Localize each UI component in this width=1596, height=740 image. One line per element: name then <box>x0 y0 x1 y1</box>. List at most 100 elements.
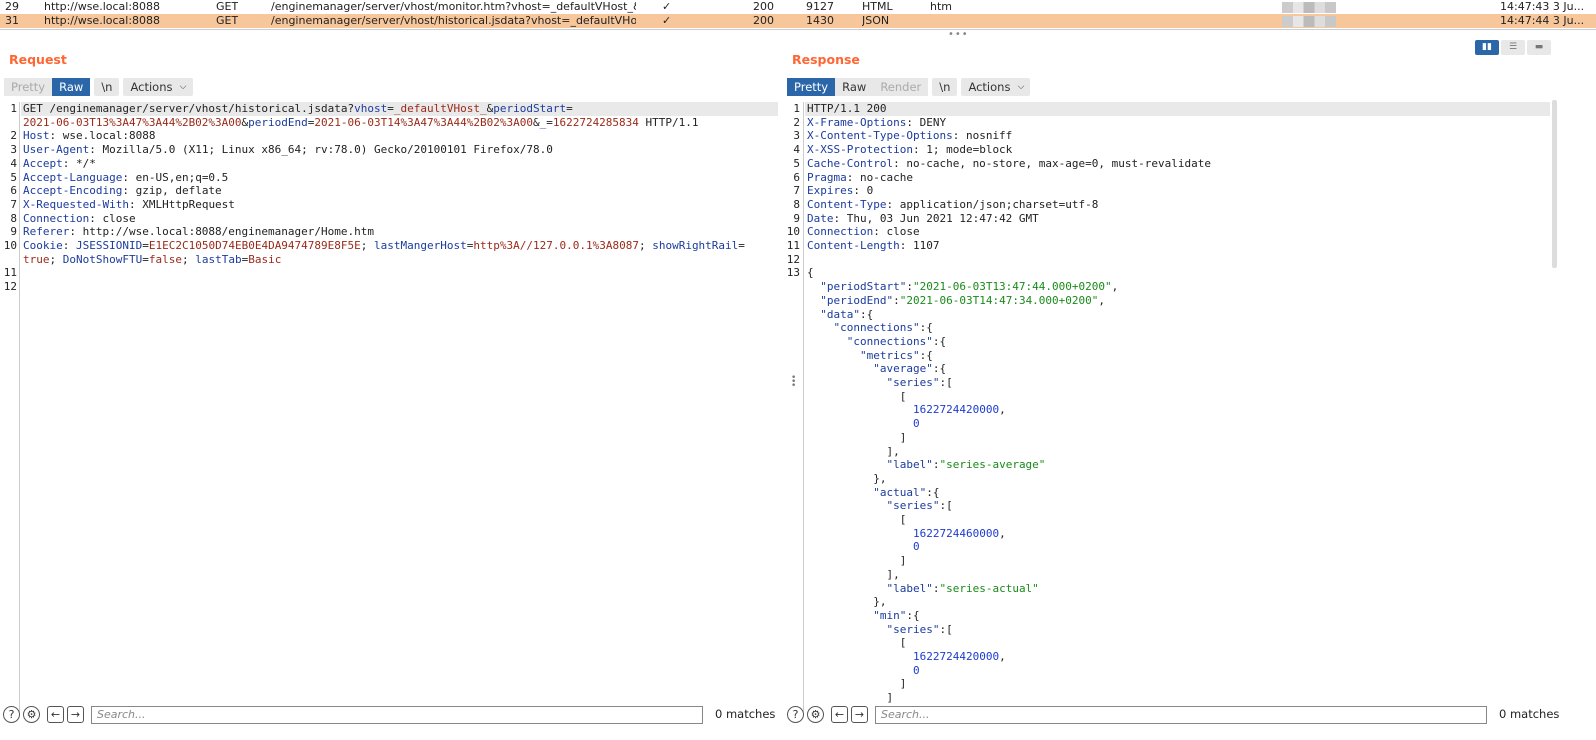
help-icon[interactable]: ? <box>3 706 20 723</box>
json-line: [ <box>807 389 907 403</box>
line-number: 6 <box>793 170 800 184</box>
redacted-ip <box>1282 16 1336 27</box>
gear-icon[interactable]: ⚙ <box>23 706 40 723</box>
gear-icon[interactable]: ⚙ <box>807 706 824 723</box>
help-icon[interactable]: ? <box>787 706 804 723</box>
header-line: Cache-Control: no-cache, no-store, max-a… <box>807 156 1211 170</box>
json-line: "label":"series-average" <box>886 458 1046 472</box>
header-host: Host: wse.local:8088 <box>23 129 156 143</box>
header-line: X-Frame-Options: DENY <box>807 115 947 129</box>
json-line: "min":{ <box>873 608 920 622</box>
response-scrollbar[interactable] <box>1552 100 1557 268</box>
header-line: Content-Type: application/json;charset=u… <box>807 197 1099 211</box>
request-editor[interactable]: 1 2 3 4 5 6 7 8 9 10 11 12 GET /enginema… <box>0 102 790 712</box>
row-method: GET <box>216 0 239 13</box>
row-time: 14:47:43 3 Ju... <box>1500 0 1585 13</box>
line-number: 4 <box>793 143 800 157</box>
row-extension: htm <box>930 0 952 13</box>
arrow-right-icon[interactable]: → <box>851 706 868 723</box>
request-title: Request <box>9 52 67 67</box>
table-row[interactable]: 29 http://wse.local:8088 GET /enginemana… <box>0 0 1596 14</box>
json-line: "series":[ <box>886 499 953 513</box>
json-line: "periodEnd":"2021-06-03T14:47:34.000+020… <box>820 293 1106 307</box>
line-number: 6 <box>10 184 17 198</box>
json-line: 1622724460000, <box>912 526 1006 540</box>
json-line: "average":{ <box>873 362 947 376</box>
header-accept: Accept: */* <box>23 156 96 170</box>
header-user-agent: User-Agent: Mozilla/5.0 (X11; Linux x86_… <box>23 143 553 157</box>
line-number: 9 <box>793 211 800 225</box>
request-line: GET /enginemanager/server/vhost/historic… <box>23 102 573 115</box>
header-cookie-wrap: true; DoNotShowFTU=false; lastTab=Basic <box>23 252 282 266</box>
line-number: 8 <box>10 211 17 225</box>
horizontal-view-icon[interactable]: ☰ <box>1501 40 1525 55</box>
row-mime: HTML <box>862 0 893 13</box>
current-line-highlight <box>805 102 1550 116</box>
actions-label: Actions <box>130 80 173 94</box>
line-number: 11 <box>3 266 17 280</box>
line-number: 5 <box>793 156 800 170</box>
json-line: 1622724420000, <box>912 650 1006 663</box>
line-number: 3 <box>793 129 800 143</box>
table-row-selected[interactable]: 31 http://wse.local:8088 GET /enginemana… <box>0 14 1596 28</box>
tab-pretty[interactable]: Pretty <box>4 78 53 96</box>
json-line: "metrics":{ <box>859 348 933 362</box>
search-input[interactable]: Search... <box>875 706 1487 724</box>
row-params-check: ✓ <box>662 14 672 27</box>
line-number: 2 <box>793 115 800 129</box>
response-editor[interactable]: 1 2 3 4 5 6 7 8 9 10 11 12 13 HTTP/1.1 2… <box>784 102 1554 712</box>
actions-dropdown[interactable]: Actions ⌵ <box>961 78 1031 96</box>
search-input[interactable]: Search... <box>91 706 703 724</box>
split-view-icon[interactable]: ▮▮ <box>1475 40 1499 55</box>
line-number: 12 <box>786 252 800 266</box>
line-number: 5 <box>10 170 17 184</box>
response-search-bar: ? ⚙ ← → Search... 0 matches <box>787 706 1596 726</box>
redacted-ip <box>1282 2 1336 13</box>
arrow-left-icon[interactable]: ← <box>831 706 848 723</box>
chevron-down-icon: ⌵ <box>1017 82 1025 92</box>
arrow-left-icon[interactable]: ← <box>47 706 64 723</box>
arrow-right-icon[interactable]: → <box>67 706 84 723</box>
json-line: 1622724420000, <box>912 403 1006 417</box>
row-number: 31 <box>5 14 19 27</box>
chevron-down-icon: ⌵ <box>179 82 187 92</box>
history-table: 29 http://wse.local:8088 GET /enginemana… <box>0 0 1596 30</box>
toggle-newline[interactable]: \n <box>94 78 120 96</box>
row-url: /enginemanager/server/vhost/historical.j… <box>271 14 636 27</box>
actions-dropdown[interactable]: Actions ⌵ <box>123 78 193 96</box>
row-length: 9127 <box>806 0 834 13</box>
line-number: 12 <box>3 280 17 294</box>
line-number: 13 <box>786 266 800 280</box>
row-mime: JSON <box>862 14 890 27</box>
header-referer: Referer: http://wse.local:8088/engineman… <box>23 225 374 239</box>
json-line: "connections":{ <box>833 321 933 335</box>
line-number: 3 <box>10 143 17 157</box>
tab-render[interactable]: Render <box>873 78 929 96</box>
json-line: { <box>807 266 814 280</box>
json-line: "data":{ <box>820 307 874 321</box>
row-length: 1430 <box>806 14 834 27</box>
view-toggle: ▮▮ ☰ ▬ <box>1475 40 1551 56</box>
header-accept-language: Accept-Language: en-US,en;q=0.5 <box>23 170 229 184</box>
row-number: 29 <box>5 0 19 13</box>
header-line: X-Content-Type-Options: nosniff <box>807 129 1013 143</box>
json-line: "periodStart":"2021-06-03T13:47:44.000+0… <box>820 280 1119 294</box>
header-line: X-XSS-Protection: 1; mode=block <box>807 143 1013 157</box>
toggle-newline[interactable]: \n <box>932 78 958 96</box>
json-line: ], <box>807 567 900 581</box>
row-status: 200 <box>753 0 774 13</box>
single-view-icon[interactable]: ▬ <box>1527 40 1551 55</box>
json-line: 0 <box>912 540 920 554</box>
request-line-wrap: 2021-06-03T13%3A47%3A44%2B02%3A00&period… <box>23 115 699 129</box>
line-number: 7 <box>10 197 17 211</box>
line-number: 7 <box>793 184 800 198</box>
json-line: }, <box>807 471 887 485</box>
tab-raw[interactable]: Raw <box>835 78 874 96</box>
json-line: [ <box>807 636 907 650</box>
json-line: ] <box>807 677 907 691</box>
tab-raw[interactable]: Raw <box>52 78 91 96</box>
tab-pretty[interactable]: Pretty <box>787 78 836 96</box>
match-count: 0 matches <box>715 707 776 721</box>
json-line: [ <box>807 513 907 526</box>
request-search-bar: ? ⚙ ← → Search... 0 matches <box>0 706 790 726</box>
